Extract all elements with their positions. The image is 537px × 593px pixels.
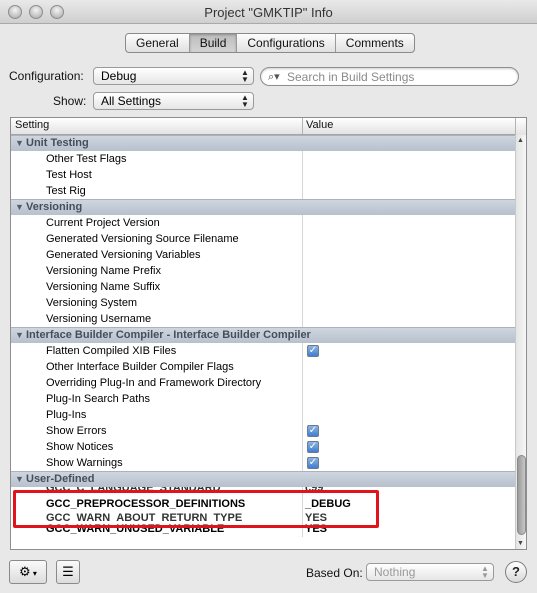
tab-comments[interactable]: Comments <box>336 34 414 52</box>
table-header-corner <box>515 118 526 135</box>
tab-build[interactable]: Build <box>189 34 238 52</box>
disclosure-triangle-icon[interactable]: ▼ <box>15 136 24 151</box>
group-header-unit-testing[interactable]: ▼ Unit Testing <box>11 135 515 151</box>
search-icon: ⌕▾ <box>268 71 280 83</box>
table-row[interactable]: Current Project Version <box>11 215 515 231</box>
table-row[interactable]: Versioning Name Prefix <box>11 263 515 279</box>
table-row[interactable]: Show Notices ✓ <box>11 439 515 455</box>
table-row[interactable]: Versioning System <box>11 295 515 311</box>
table-row[interactable]: Other Interface Builder Compiler Flags <box>11 359 515 375</box>
disclosure-triangle-icon[interactable]: ▼ <box>15 328 24 343</box>
table-row[interactable]: Versioning Name Suffix <box>11 279 515 295</box>
show-popup[interactable]: All Settings ▲ ▼ <box>93 92 254 110</box>
title-bar: Project "GMKTIP" Info <box>0 0 537 24</box>
based-on-label: Based On: <box>306 566 363 580</box>
build-settings-table: Setting Value ▼ Unit Testing Other Test … <box>10 117 527 550</box>
action-menu-button[interactable]: ⚙ ▾ <box>9 560 47 584</box>
table-row[interactable]: Test Host <box>11 167 515 183</box>
show-notices-checkbox[interactable]: ✓ <box>307 441 319 453</box>
table-row[interactable]: Generated Versioning Variables <box>11 247 515 263</box>
window-title: Project "GMKTIP" Info <box>204 5 333 20</box>
disclosure-triangle-icon[interactable]: ▼ <box>15 472 24 487</box>
show-warnings-checkbox[interactable]: ✓ <box>307 457 319 469</box>
search-placeholder: Search in Build Settings <box>287 70 415 84</box>
configuration-popup[interactable]: Debug ▲ ▼ <box>93 67 254 85</box>
column-header-setting[interactable]: Setting <box>15 119 49 131</box>
disclosure-triangle-icon[interactable]: ▼ <box>15 200 24 215</box>
table-row[interactable]: Other Test Flags <box>11 151 515 167</box>
show-label: Show: <box>53 94 87 108</box>
tab-bar: General Build Configurations Comments <box>125 33 415 53</box>
project-info-window: Project "GMKTIP" Info General Build Conf… <box>0 0 537 593</box>
help-button[interactable]: ? <box>505 561 527 583</box>
group-header-interface-builder-compiler[interactable]: ▼ Interface Builder Compiler - Interface… <box>11 327 515 343</box>
table-row[interactable]: Overriding Plug-In and Framework Directo… <box>11 375 515 391</box>
list-icon: ☰ <box>62 564 74 579</box>
vertical-scrollbar[interactable]: ▲ ▼ <box>515 135 526 549</box>
table-row[interactable]: Test Rig <box>11 183 515 199</box>
column-divider[interactable] <box>302 118 303 134</box>
table-row[interactable]: GCC_C_LANGUAGE_STANDARD c99 <box>11 487 515 496</box>
flatten-xib-checkbox[interactable]: ✓ <box>307 345 319 357</box>
table-row[interactable]: Generated Versioning Source Filename <box>11 231 515 247</box>
table-row[interactable]: Plug-In Search Paths <box>11 391 515 407</box>
table-rows: ▼ Unit Testing Other Test Flags Test Hos… <box>11 135 515 537</box>
tab-general[interactable]: General <box>126 34 190 52</box>
show-definitions-button[interactable]: ☰ <box>56 560 80 584</box>
configuration-label: Configuration: <box>9 69 84 83</box>
table-row[interactable]: GCC_WARN_UNUSED_VARIABLE YES <box>11 521 515 537</box>
based-on-popup[interactable]: Nothing ▲ ▼ <box>366 563 494 581</box>
table-row[interactable]: Flatten Compiled XIB Files ✓ <box>11 343 515 359</box>
table-row[interactable]: GCC_PREPROCESSOR_DEFINITIONS _DEBUG <box>11 496 515 512</box>
show-errors-checkbox[interactable]: ✓ <box>307 425 319 437</box>
table-row[interactable]: Versioning Username <box>11 311 515 327</box>
popup-arrows-icon: ▲ ▼ <box>481 564 489 580</box>
popup-arrows-icon: ▲ ▼ <box>241 68 249 84</box>
popup-arrows-icon: ▲ ▼ <box>241 93 249 109</box>
table-row[interactable]: Show Warnings ✓ <box>11 455 515 471</box>
tab-configurations[interactable]: Configurations <box>237 34 336 52</box>
gear-icon: ⚙ <box>19 564 31 579</box>
group-header-versioning[interactable]: ▼ Versioning <box>11 199 515 215</box>
table-row[interactable]: GCC_WARN_ABOUT_RETURN_TYPE YES <box>11 512 515 521</box>
search-field[interactable]: ⌕▾ Search in Build Settings <box>260 67 519 86</box>
chevron-down-icon: ▾ <box>30 569 37 578</box>
table-header: Setting Value <box>11 118 526 135</box>
scroll-thumb[interactable] <box>517 455 526 535</box>
scroll-up-icon[interactable]: ▲ <box>517 137 524 144</box>
table-row[interactable]: Plug-Ins <box>11 407 515 423</box>
scroll-down-icon[interactable]: ▼ <box>517 540 524 547</box>
column-header-value[interactable]: Value <box>306 119 333 131</box>
show-value: All Settings <box>101 94 162 108</box>
table-row[interactable]: Show Errors ✓ <box>11 423 515 439</box>
group-header-user-defined[interactable]: ▼ User-Defined <box>11 471 515 487</box>
based-on-value: Nothing <box>374 565 416 579</box>
configuration-value: Debug <box>101 69 137 83</box>
